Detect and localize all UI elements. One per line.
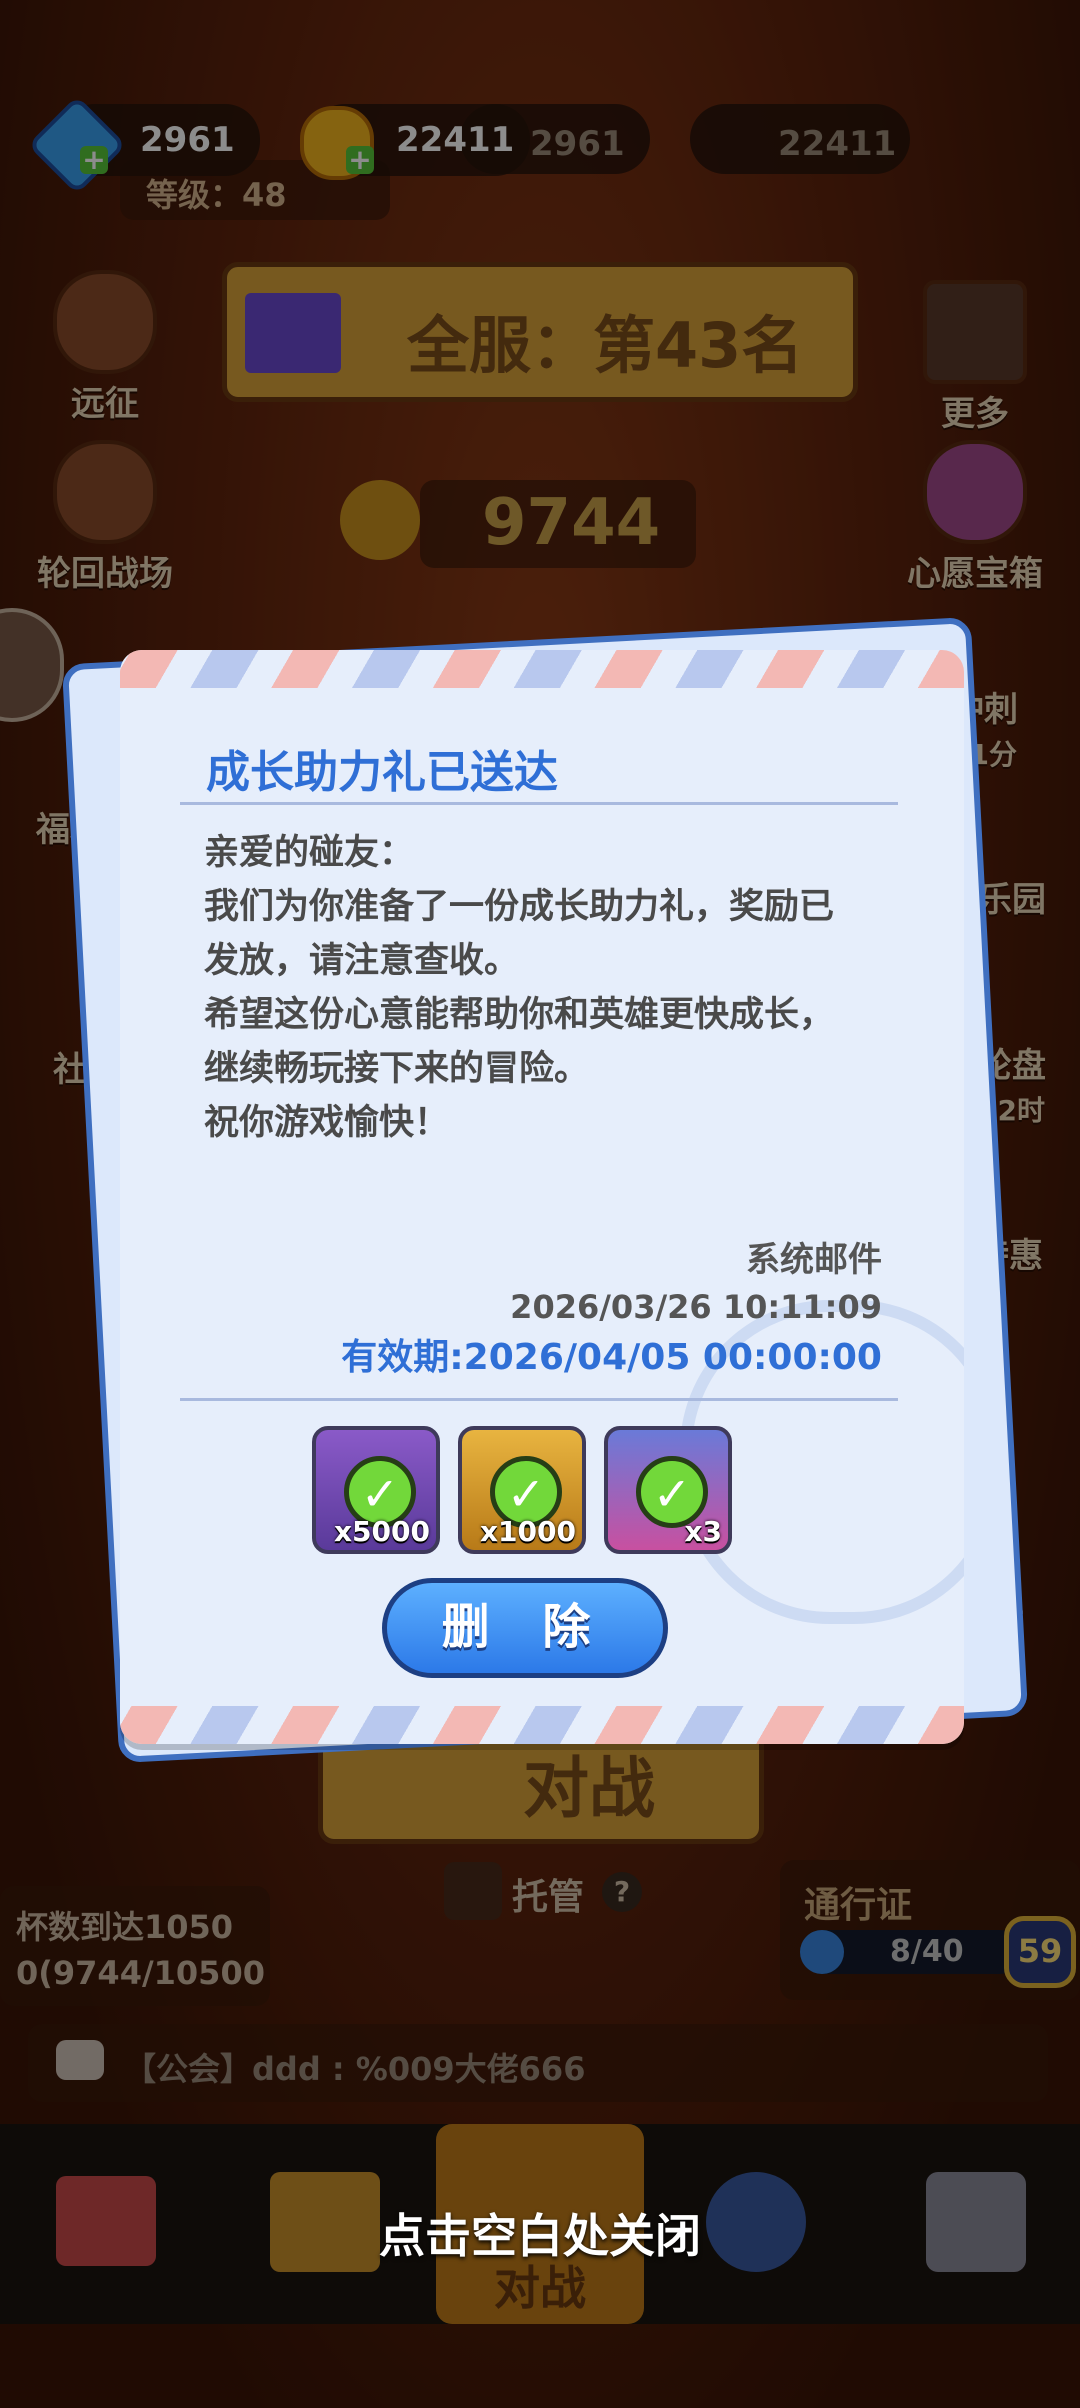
reward-item[interactable]: ✓ x5000 <box>312 1426 440 1554</box>
mail-body-line: 我们为你准备了一份成长助力礼，奖励已 <box>204 887 835 927</box>
title-divider <box>180 802 898 805</box>
mail-sender: 系统邮件 <box>746 1240 882 1280</box>
delete-button[interactable]: 删 除 <box>382 1578 668 1678</box>
airmail-stripe-top <box>120 650 964 688</box>
close-hint: 点击空白处关闭 <box>379 2209 701 2263</box>
mail-expiry: 有效期:2026/04/05 00:00:00 <box>341 1337 882 1378</box>
mail-body: 亲爱的碰友： 我们为你准备了一份成长助力礼，奖励已 发放，请注意查收。 希望这份… <box>204 826 884 1150</box>
mail-body-line: 亲爱的碰友： <box>204 833 415 873</box>
mail-title: 成长助力礼已送达 <box>206 747 558 798</box>
reward-count: x5000 <box>334 1515 430 1548</box>
reward-count: x1000 <box>480 1515 576 1548</box>
mail-body-line: 希望这份心意能帮助你和英雄更快成长， <box>204 995 835 1035</box>
mail-date: 2026/03/26 10:11:09 <box>510 1288 882 1326</box>
mail-card: 成长助力礼已送达 亲爱的碰友： 我们为你准备了一份成长助力礼，奖励已 发放，请注… <box>120 650 964 1744</box>
mail-body-line: 发放，请注意查收。 <box>204 941 520 981</box>
mail-body-line: 继续畅玩接下来的冒险。 <box>204 1049 590 1089</box>
reward-item[interactable]: ✓ x3 <box>604 1426 732 1554</box>
reward-item[interactable]: ✓ x1000 <box>458 1426 586 1554</box>
mail-body-line: 祝你游戏愉快！ <box>204 1103 450 1143</box>
rewards-divider <box>180 1398 898 1401</box>
reward-count: x3 <box>684 1515 722 1548</box>
airmail-stripe-bottom <box>120 1706 964 1744</box>
